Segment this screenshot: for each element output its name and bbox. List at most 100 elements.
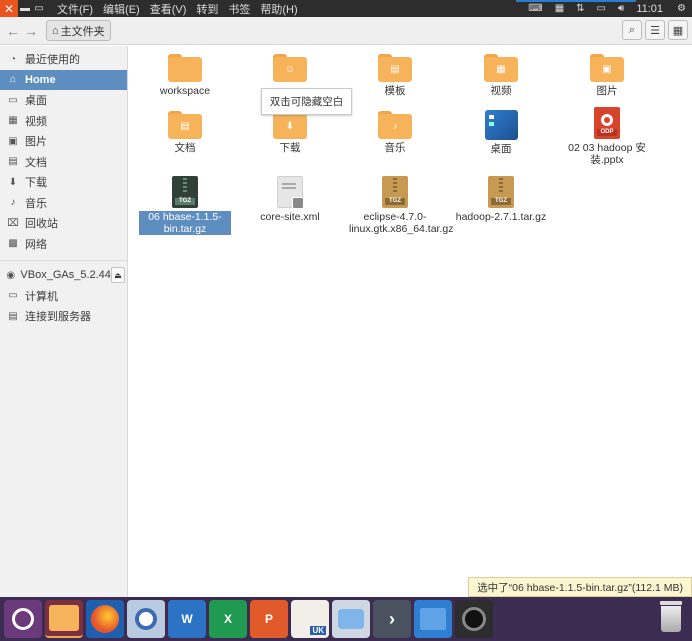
battery-indicator-icon[interactable]: ▭ [591,3,612,14]
tooltip: 双击可隐藏空白 [261,88,352,115]
menu-view[interactable]: 查看(V) [145,1,192,17]
menu-file[interactable]: 文件(F) [52,1,98,17]
presentation-app-icon[interactable]: P [250,600,288,638]
forward-arrow-icon[interactable]: → [22,21,40,41]
ubuntu-icon[interactable] [4,600,42,638]
sidebar-item-documents[interactable]: ▤ 文档 [0,152,127,173]
file-label: 桌面 [490,143,512,155]
file-label: 06 hbase-1.1.5-bin.tar.gz [139,211,231,235]
sidebar-item-label: 桌面 [25,95,47,108]
volume-indicator-icon[interactable]: 🔊︎ [612,3,630,14]
terminal-icon[interactable]: › [373,600,411,638]
system-tray: ⌨ ▦ ⇅ ▭ 🔊︎ 11:01 ⚙ [522,0,692,17]
presentation-icon: ODP [594,107,620,139]
eject-icon[interactable]: ⏏ [110,267,125,284]
sidebar-item-label: 计算机 [25,290,58,303]
file-item-public[interactable]: ☺ [240,50,340,82]
keyboard-indicator-icon[interactable]: ⌨ [522,3,548,14]
network-indicator-icon[interactable]: ⇅ [570,3,590,14]
file-label: hadoop-2.7.1.tar.gz [455,211,547,223]
sidebar-item-label: 图片 [25,136,47,149]
sidebar-item-desktop[interactable]: ▭ 桌面 [0,90,127,111]
sidebar-item-pictures[interactable]: ▣ 图片 [0,131,127,152]
close-window-icon[interactable]: ✕ [0,0,18,17]
file-label: 图片 [596,85,618,97]
sidebar-item-label: 最近使用的 [25,54,80,67]
folder-pictures-icon: ▣ [590,54,624,82]
grid-view-icon: ▦ [672,24,684,37]
calendar-indicator-icon[interactable]: ▦ [549,3,570,14]
desktop-icon: ▭ [8,94,18,106]
spreadsheet-icon[interactable]: X [209,600,247,638]
sidebar-item-home[interactable]: ⌂ Home [0,69,127,90]
file-item-hadoop[interactable]: TGZ hadoop-2.7.1.tar.gz [451,176,551,223]
file-item-desktop[interactable]: 桌面 [451,107,551,155]
menu-edit[interactable]: 编辑(E) [98,1,145,17]
grid-view-button[interactable]: ▦ [668,20,688,40]
file-item-templates[interactable]: ▤ 模板 [345,50,445,97]
sidebar-item-computer[interactable]: ▭ 计算机 [0,286,127,307]
menu-go[interactable]: 转到 [191,1,223,17]
file-label: 音乐 [384,142,406,154]
chromium-icon[interactable] [127,600,165,638]
file-item-eclipse[interactable]: TGZ eclipse-4.7.0-linux.gtk.x86_64.tar.g… [345,176,454,235]
sidebar-item-connect-server[interactable]: ▤ 连接到服务器 [0,306,127,327]
xml-file-icon [277,176,304,209]
sidebar-item-label: 连接到服务器 [25,311,91,324]
power-gear-icon[interactable]: ⚙ [671,3,692,14]
disc-icon: ◉ [6,269,16,281]
file-item-core-site[interactable]: core-site.xml [240,176,340,223]
sidebar-item-trash[interactable]: ⌧ 回收站 [0,213,127,234]
maximize-window-icon[interactable]: ▭ [32,0,46,17]
trash-icon: ⌧ [7,217,19,229]
video-icon: ▦ [8,115,18,127]
file-item-pictures[interactable]: ▣ 图片 [557,50,657,97]
list-view-button[interactable]: ☰ [645,20,665,40]
file-label: core-site.xml [260,211,320,223]
sidebar-item-label: 文档 [25,156,47,169]
file-item-pptx[interactable]: ODP 02 03 hadoop 安装.pptx [557,107,657,166]
file-item-documents[interactable]: ▤ 文档 [135,107,235,154]
list-view-icon: ☰ [650,24,660,37]
files-icon[interactable] [45,600,83,638]
sidebar-item-label: VBox_GAs_5.2.44 [20,269,111,282]
clock[interactable]: 11:01 [630,3,671,15]
back-arrow-icon[interactable]: ← [4,21,22,41]
sidebar-item-music[interactable]: ♪ 音乐 [0,193,127,214]
file-item-workspace[interactable]: workspace [135,50,235,97]
writer-icon[interactable]: W [168,600,206,638]
minimize-window-icon[interactable]: ▬ [18,0,32,17]
sidebar-item-vbox[interactable]: ◉ VBox_GAs_5.2.44 ⏏ [0,265,127,286]
sidebar-item-downloads[interactable]: ⬇ 下载 [0,172,127,193]
file-item-music[interactable]: ♪ 音乐 [345,107,445,154]
file-item-video[interactable]: ▦ 视频 [451,50,551,97]
file-item-hbase[interactable]: TGZ 06 hbase-1.1.5-bin.tar.gz [135,176,235,235]
sidebar-item-recent[interactable]: ◔ 最近使用的 [0,49,127,70]
sidebar: ◔ 最近使用的 ⌂ Home ▭ 桌面 ▦ 视频 ▣ 图片 ▤ 文档 ⬇ 下载 ♪ 音乐 ⌧ 回收… [0,46,128,597]
picture-icon: ▣ [8,135,18,147]
app-menu: 文件(F) 编辑(E) 查看(V) 转到 书签 帮助(H) [52,1,303,17]
update-manager-icon[interactable] [332,600,370,638]
sidebar-item-label: 视频 [25,115,47,128]
search-button[interactable]: ⌕ [622,20,642,40]
sidebar-divider [0,260,127,261]
sidebar-item-label: 网络 [25,238,47,251]
file-label: 模板 [384,85,406,97]
archive-icon: TGZ [382,176,408,208]
menu-help[interactable]: 帮助(H) [255,1,302,17]
archive-icon: TGZ [488,176,514,208]
menu-bookmarks[interactable]: 书签 [223,1,255,17]
disc-burner-icon[interactable] [455,600,493,638]
software-center-icon[interactable]: UK [291,600,329,638]
trash-icon[interactable] [658,601,684,635]
file-label: eclipse-4.7.0-linux.gtk.x86_64.tar.gz [349,211,454,235]
folder-download-icon: ⬇ [273,111,307,139]
breadcrumb-home[interactable]: ⌂ 主文件夹 [46,20,111,41]
status-bar: 选中了“06 hbase-1.1.5-bin.tar.gz”(112.1 MB) [468,577,692,597]
file-label: 文档 [174,142,196,154]
firefox-icon[interactable] [86,600,124,638]
sidebar-item-video[interactable]: ▦ 视频 [0,111,127,132]
workspace-switcher-icon[interactable] [414,600,452,638]
sidebar-item-network[interactable]: ▩ 网络 [0,234,127,255]
download-icon: ⬇ [8,176,18,188]
